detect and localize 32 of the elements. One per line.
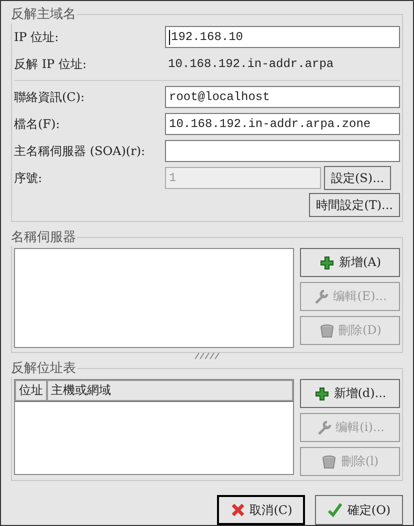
cancel-button[interactable]: 取消(C) — [217, 495, 305, 525]
input-field[interactable] — [165, 140, 400, 162]
plus-icon — [314, 386, 330, 402]
frame-title: 反解主域名 — [10, 6, 77, 23]
close-icon — [230, 502, 246, 518]
field-label: 序號: — [14, 170, 44, 186]
time-settings-button[interactable]: 時間設定(T)... — [309, 193, 400, 217]
input-field[interactable]: 192.168.10 — [165, 26, 400, 48]
trash-icon — [321, 454, 338, 470]
field-value: 10.168.192.in-addr.arpa — [167, 57, 334, 71]
field-label: 聯絡資訊(C): — [14, 88, 86, 106]
frame-title: 名稱伺服器 — [10, 229, 77, 246]
plus-icon — [318, 254, 335, 270]
checkmark-icon — [327, 502, 344, 518]
input-field[interactable]: 10.168.192.in-addr.arpa.zone — [165, 113, 400, 135]
field-label: IP 位址: — [14, 28, 60, 46]
table-action-button[interactable]: 新增(d)... — [300, 379, 400, 408]
input-field[interactable]: root@localhost — [165, 86, 400, 108]
field-label: 檔名(F): — [14, 116, 61, 132]
pane-grip-icon[interactable] — [194, 353, 220, 359]
field-label: 主名稱伺服器 (SOA)(r): — [14, 142, 146, 160]
field-label: 反解 IP 位址: — [14, 56, 88, 72]
frame-title: 反解位址表 — [10, 360, 77, 377]
trash-icon — [318, 322, 334, 338]
column-header[interactable]: 主機或網域 — [47, 380, 293, 401]
column-header[interactable]: 位址 — [15, 380, 47, 401]
list-action-button[interactable]: 新增(A) — [300, 248, 400, 277]
wrench-icon — [316, 420, 332, 436]
ok-button[interactable]: 確定(O) — [315, 495, 403, 525]
wrench-icon — [313, 288, 330, 304]
nameserver-list[interactable] — [14, 248, 294, 348]
address-table[interactable]: 位址 主機或網域 — [14, 379, 294, 475]
